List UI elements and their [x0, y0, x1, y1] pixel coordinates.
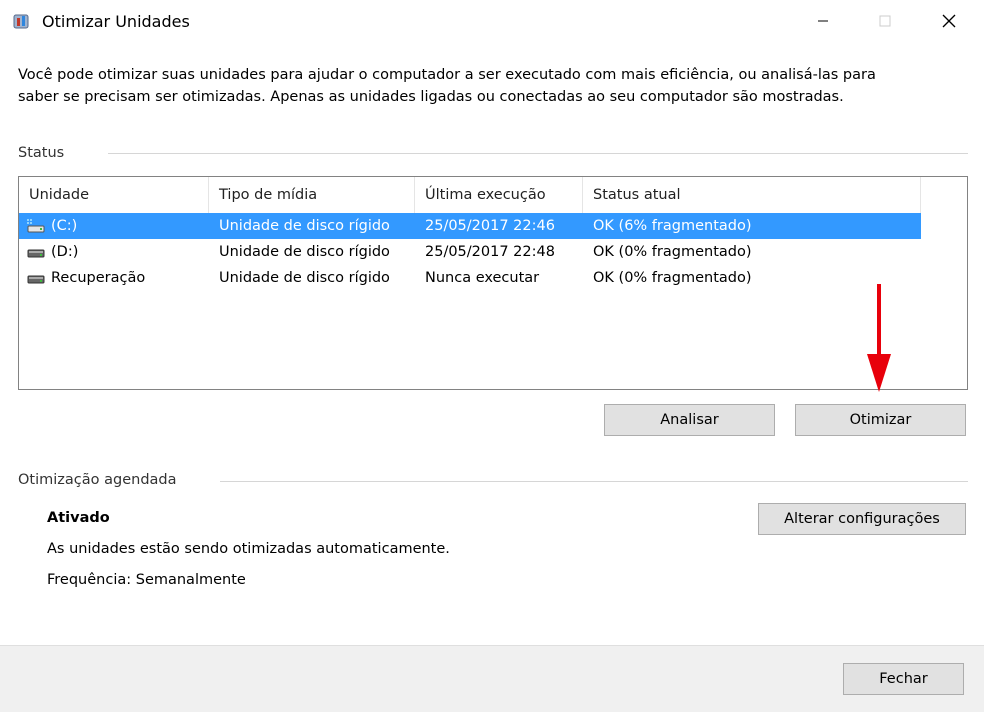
drive-row-d[interactable]: (D:) Unidade de disco rígido 25/05/2017 … — [19, 239, 921, 265]
status-divider — [108, 153, 968, 154]
drive-media-type: Unidade de disco rígido — [219, 270, 390, 286]
maximize-icon — [879, 15, 891, 27]
column-header-unit[interactable]: Unidade — [19, 177, 209, 213]
drive-row-c[interactable]: (C:) Unidade de disco rígido 25/05/2017 … — [19, 213, 921, 239]
drive-name: (D:) — [51, 244, 79, 260]
drive-last-run: Nunca executar — [425, 270, 540, 286]
optimize-button[interactable]: Otimizar — [795, 404, 966, 436]
schedule-description: As unidades estão sendo otimizadas autom… — [47, 541, 450, 557]
intro-text: Você pode otimizar suas unidades para aj… — [18, 67, 876, 105]
drive-name: (C:) — [51, 218, 78, 234]
system-drive-icon — [27, 219, 45, 233]
close-icon — [942, 14, 956, 28]
drive-icon — [27, 275, 45, 284]
schedule-state: Ativado — [47, 510, 110, 526]
scheduled-divider — [220, 481, 968, 482]
footer-bar: Fechar — [0, 645, 984, 712]
scheduled-section-label: Otimização agendada — [18, 472, 177, 488]
optimize-drives-app-icon — [13, 14, 29, 29]
close-window-button[interactable] — [926, 0, 972, 42]
drives-list[interactable]: Unidade Tipo de mídia Última execução St… — [18, 176, 968, 390]
drive-media-type: Unidade de disco rígido — [219, 218, 390, 234]
drive-last-run: 25/05/2017 22:46 — [425, 218, 555, 234]
drive-status: OK (6% fragmentado) — [593, 218, 752, 234]
maximize-button — [862, 0, 908, 42]
window-title: Otimizar Unidades — [42, 12, 190, 31]
close-button[interactable]: Fechar — [843, 663, 964, 695]
column-header-media-type[interactable]: Tipo de mídia — [209, 177, 415, 213]
column-header-last-run[interactable]: Última execução — [415, 177, 583, 213]
column-header-current-status[interactable]: Status atual — [583, 177, 921, 213]
drive-status: OK (0% fragmentado) — [593, 270, 752, 286]
drive-icon — [27, 249, 45, 258]
red-arrow-icon — [867, 284, 891, 392]
title-bar: Otimizar Unidades — [0, 0, 984, 42]
change-settings-button[interactable]: Alterar configurações — [758, 503, 966, 535]
drive-media-type: Unidade de disco rígido — [219, 244, 390, 260]
drive-row-recovery[interactable]: Recuperação Unidade de disco rígido Nunc… — [19, 265, 921, 291]
drives-list-header: Unidade Tipo de mídia Última execução St… — [19, 177, 921, 213]
minimize-icon — [818, 20, 828, 22]
drive-status: OK (0% fragmentado) — [593, 244, 752, 260]
drive-name: Recuperação — [51, 270, 146, 286]
status-section-label: Status — [18, 145, 65, 161]
schedule-frequency: Frequência: Semanalmente — [47, 572, 246, 588]
drive-last-run: 25/05/2017 22:48 — [425, 244, 555, 260]
analyze-button[interactable]: Analisar — [604, 404, 775, 436]
minimize-button[interactable] — [800, 0, 846, 42]
